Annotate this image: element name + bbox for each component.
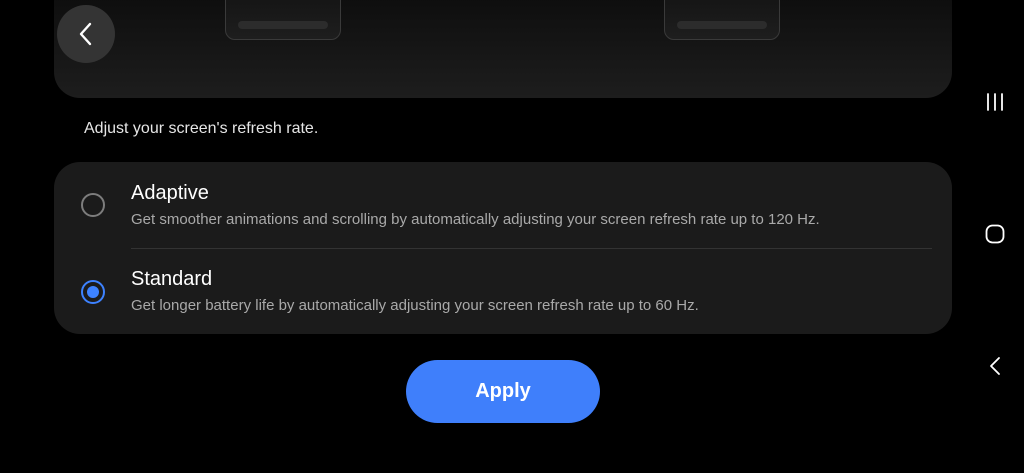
preview-bar [677, 21, 767, 29]
refresh-rate-preview [54, 0, 952, 98]
radio-adaptive[interactable] [81, 193, 105, 217]
preview-bar [238, 21, 328, 29]
apply-button[interactable]: Apply [406, 360, 600, 423]
home-icon [985, 224, 1005, 244]
preview-phone-adaptive [225, 0, 341, 40]
refresh-rate-description: Adjust your screen's refresh rate. [84, 120, 319, 137]
option-standard-subtitle: Get longer battery life by automatically… [131, 297, 699, 314]
chevron-left-icon [79, 22, 92, 46]
option-adaptive-subtitle: Get smoother animations and scrolling by… [131, 211, 820, 228]
nav-back-icon [990, 357, 1000, 375]
nav-back-button[interactable] [975, 346, 1015, 386]
option-standard-title: Standard [131, 268, 213, 290]
back-button[interactable] [57, 5, 115, 63]
option-standard[interactable]: Standard Get longer battery life by auto… [54, 248, 952, 334]
preview-phone-standard [664, 0, 780, 40]
refresh-rate-options: Adaptive Get smoother animations and scr… [54, 162, 952, 334]
radio-selected-dot [87, 286, 99, 298]
recent-apps-icon [987, 93, 1003, 111]
option-adaptive-title: Adaptive [131, 182, 209, 204]
home-button[interactable] [975, 214, 1015, 254]
recent-apps-button[interactable] [975, 82, 1015, 122]
option-adaptive[interactable]: Adaptive Get smoother animations and scr… [54, 162, 952, 248]
radio-standard[interactable] [81, 280, 105, 304]
